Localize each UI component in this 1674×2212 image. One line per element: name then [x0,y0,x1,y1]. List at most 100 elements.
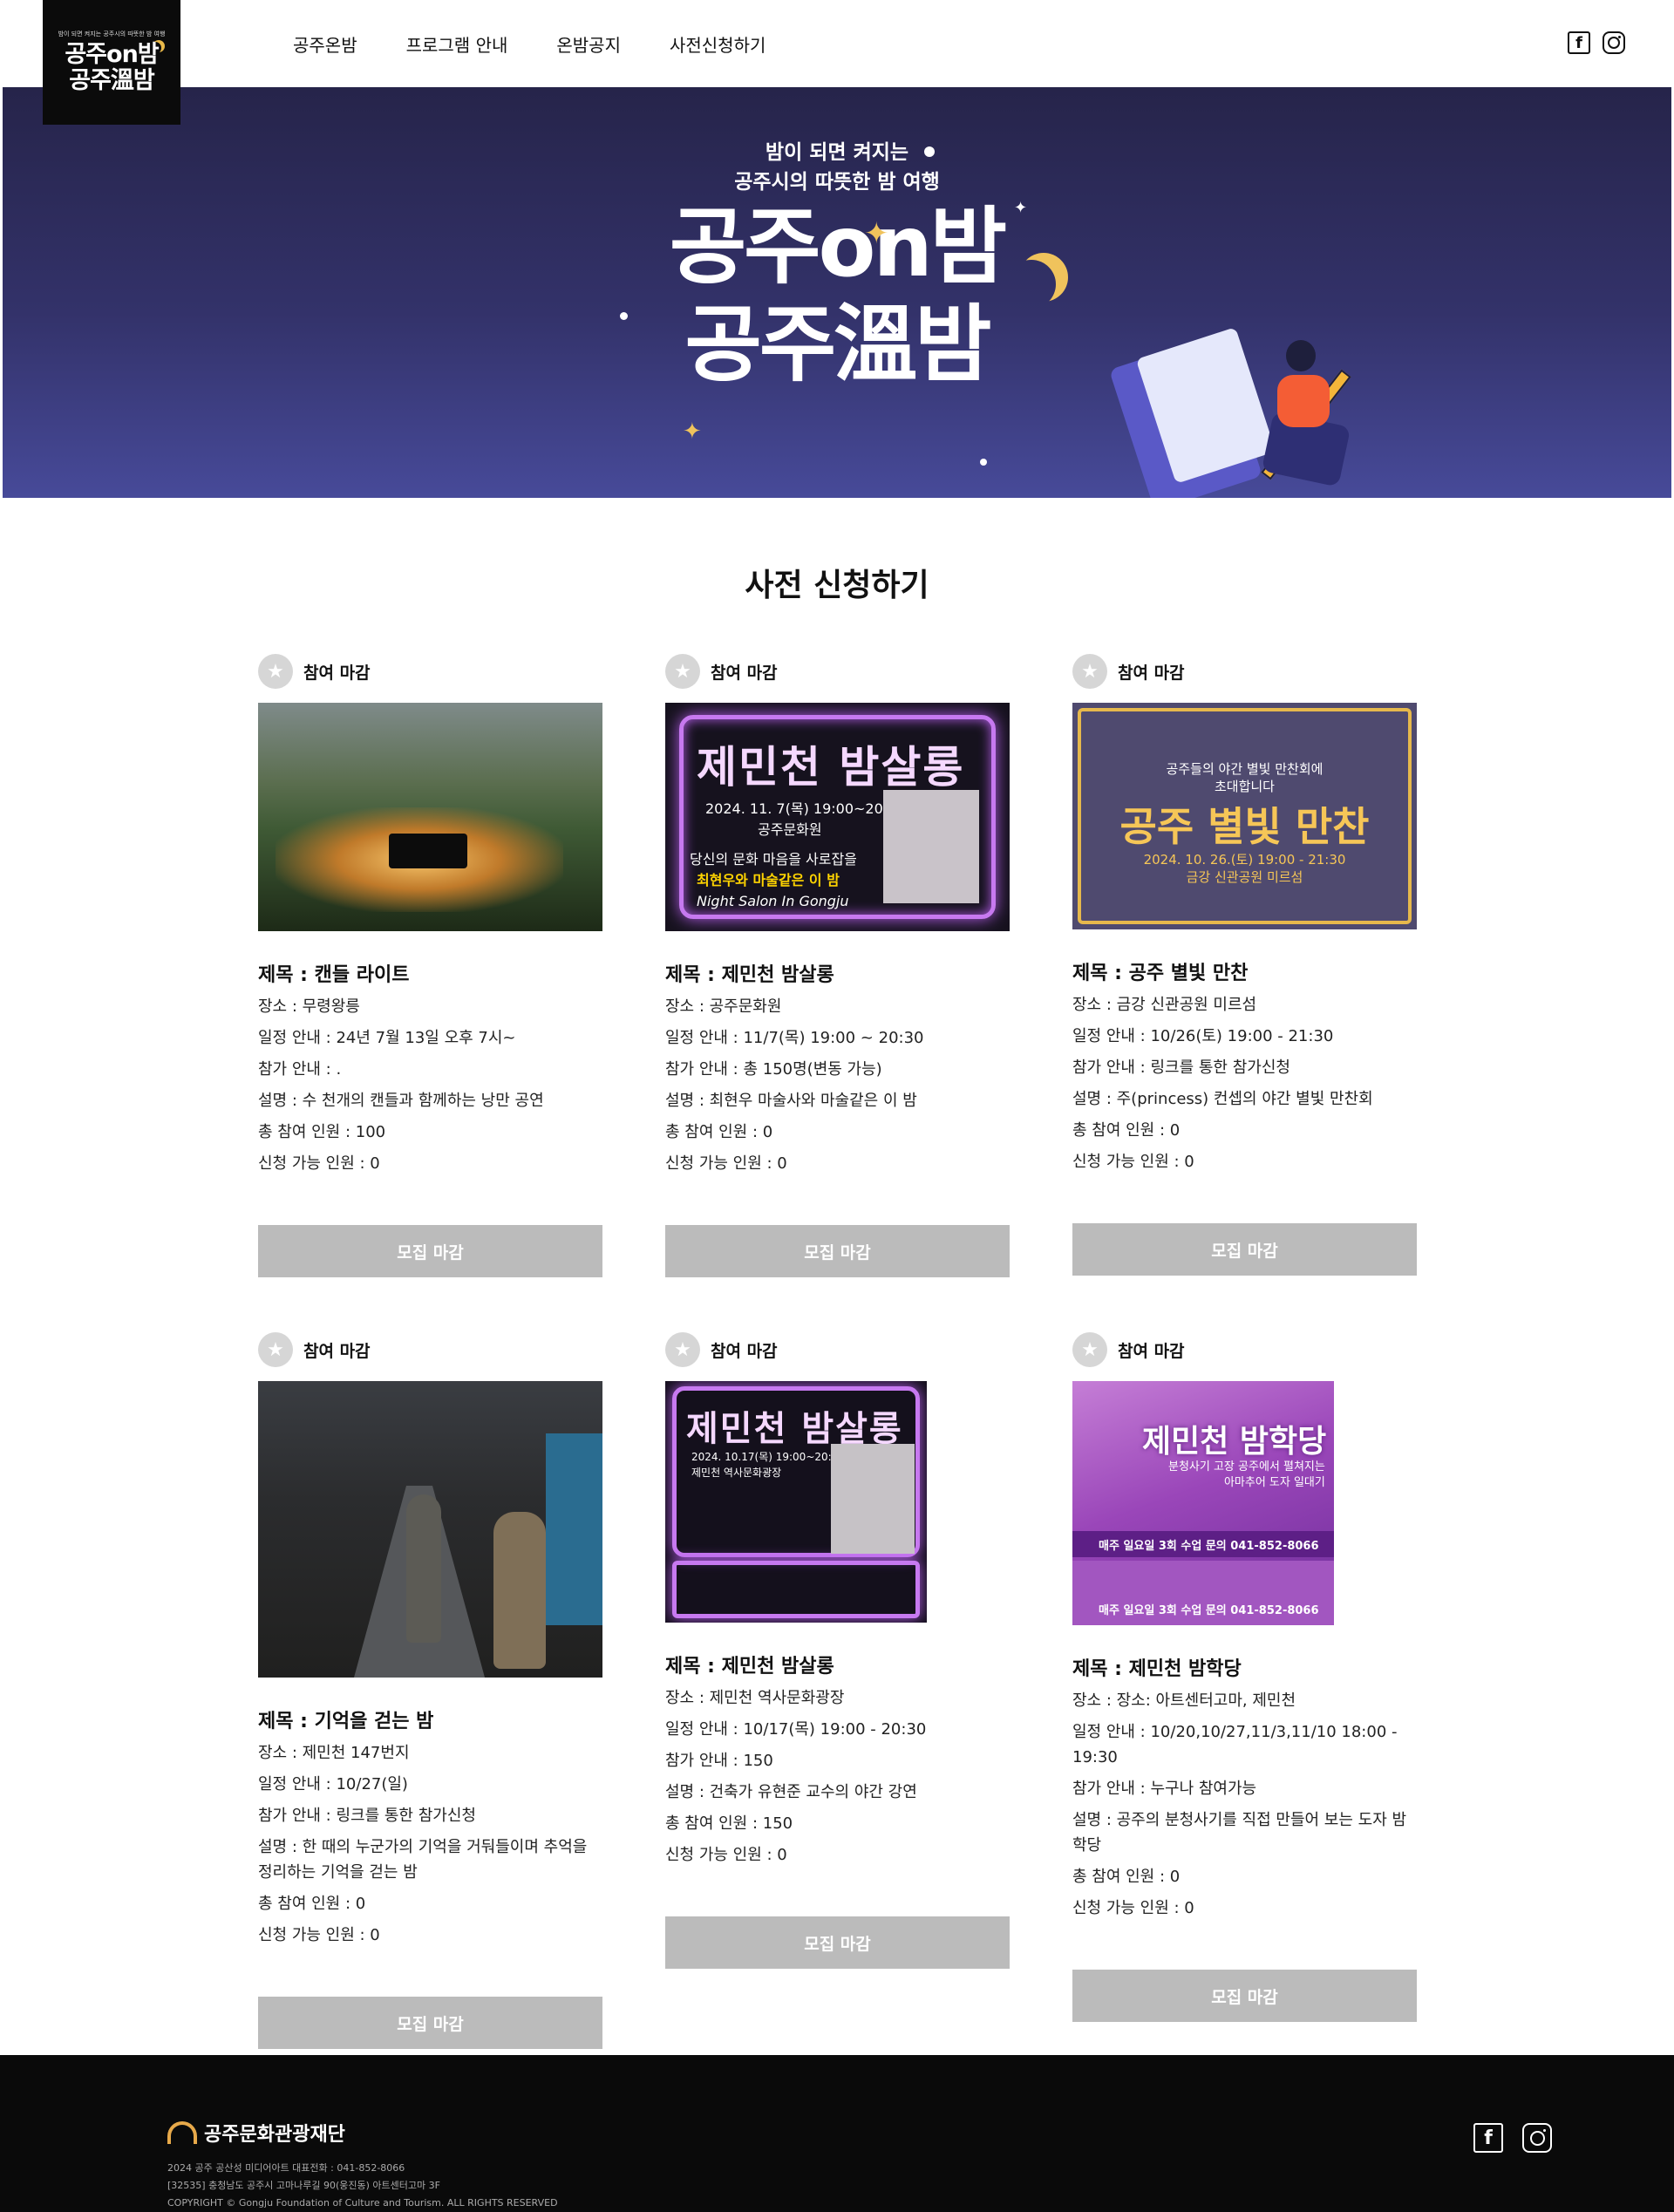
person-illustration-head [1286,340,1316,371]
poster-line3: Night Salon In Gongju [697,893,849,909]
card-description: 설명 : 수 천개의 캔들과 함께하는 낭만 공연 [258,1092,544,1110]
program-thumbnail [258,703,602,931]
person-illustration-body [1277,375,1330,427]
walker-figure [493,1512,546,1669]
card-guide: 참가 안내 : 총 150명(변동 가능) [665,1060,882,1079]
card-guide: 참가 안내 : 150 [665,1752,773,1770]
star-icon: ★ [665,1332,700,1367]
card-title: 제목 : 제민천 밤살롱 [665,964,834,986]
poster-sub1: 분청사기 고장 공주에서 펼쳐지는 [1168,1460,1325,1474]
poster-title: 공주 별빛 만찬 [1119,803,1370,850]
recruit-closed-button[interactable]: 모집 마감 [1072,1223,1417,1276]
site-header: 밤이 되면 켜지는 공주시의 따뜻한 밤 여행 공주on밤 공주溫밤 공주온밤 … [0,0,1674,125]
facebook-icon[interactable]: f [1473,2123,1503,2153]
recruit-closed-button[interactable]: 모집 마감 [258,1225,602,1277]
poster-date-venue: 2024. 10.17(목) 19:00~20:30 제민천 역사문화광장 [691,1449,845,1480]
card-title: 제목 : 캔들 라이트 [258,964,410,986]
hero-banner: 밤이 되면 켜지는 공주시의 따뜻한 밤 여행 공주on밤 공주溫밤 ✦ ✦ ✦ [3,87,1671,498]
card-place: 장소 : 공주문화원 [665,997,782,1016]
poster-sub2: 초대합니다 [1214,779,1275,794]
card-guide: 참가 안내 : . [258,1060,342,1079]
program-card: ★ 참여 마감 제목 : 캔들 라이트 장소 : 무령왕릉 일정 안내 : 24… [258,654,602,1277]
footer-line-address: [32535] 충청남도 공주시 고마나루길 90(웅진동) 아트센터고마 3F [167,2180,440,2191]
program-card: ★ 참여 마감 제민천 밤살롱 2024. 11. 7(목) 19:00~20:… [665,654,1010,1277]
card-description: 설명 : 건축가 유현준 교수의 야간 강연 [665,1783,917,1801]
star-dot-icon [980,459,987,466]
card-guide: 참가 안내 : 누구나 참여가능 [1072,1780,1257,1798]
sparkle-icon: ✦ [864,216,889,251]
card-place: 장소 : 장소: 아트센터고마, 제민천 [1072,1691,1296,1710]
program-thumbnail: 공주들의 야간 별빛 만찬회에 초대합니다 공주 별빛 만찬 2024. 10.… [1072,703,1417,929]
nav-item-notice[interactable]: 온밤공지 [556,31,621,57]
site-footer: 공주문화관광재단 2024 공주 공산성 미디어아트 대표전화 : 041-85… [0,2055,1674,2212]
card-schedule: 일정 안내 : 11/7(목) 19:00 ~ 20:30 [665,1029,924,1047]
poster-date: 2024. 10.17(목) 19:00~20:30 [691,1451,845,1463]
nav-item-apply[interactable]: 사전신청하기 [670,31,766,57]
footer-info: 2024 공주 공산성 미디어아트 대표전화 : 041-852-8066 [3… [167,2160,558,2212]
poster-band: 매주 일요일 3회 수업 문의 041-852-8066 [1072,1531,1334,1557]
site-logo[interactable]: 밤이 되면 켜지는 공주시의 따뜻한 밤 여행 공주on밤 공주溫밤 [43,0,180,125]
poster-line1: 당신의 문화 마음을 사로잡을 [690,851,857,868]
recruit-closed-button[interactable]: 모집 마감 [258,1997,602,2049]
poster-date-venue: 2024. 11. 7(목) 19:00~20:30 공주문화원 [705,799,906,841]
status-row: ★ 참여 마감 [665,654,1010,689]
recruit-closed-button[interactable]: 모집 마감 [665,1916,1010,1969]
card-total: 총 참여 인원 : 0 [1072,1868,1181,1886]
performer-photo [883,790,979,903]
poster-line2: 최현우와 마술같은 이 밤 [697,872,840,888]
card-place: 장소 : 제민천 147번지 [258,1744,410,1762]
program-card: ★ 참여 마감 공주들의 야간 별빛 만찬회에 초대합니다 공주 별빛 만찬 2… [1072,654,1417,1276]
poster-venue: 공주문화원 [758,821,822,838]
card-available: 신청 가능 인원 : 0 [258,1154,380,1173]
main-nav: 공주온밤 프로그램 안내 온밤공지 사전신청하기 [293,31,766,57]
card-available: 신청 가능 인원 : 0 [665,1154,787,1173]
recruit-closed-button[interactable]: 모집 마감 [665,1225,1010,1277]
card-total: 총 참여 인원 : 100 [258,1123,386,1141]
card-title: 제목 : 제민천 밤살롱 [665,1656,834,1678]
poster-date: 2024. 11. 7(목) 19:00~20:30 [705,800,906,817]
shop-wall [546,1433,602,1625]
nav-item-about[interactable]: 공주온밤 [293,31,357,57]
card-title: 제목 : 공주 별빛 만찬 [1072,963,1249,984]
status-label: 참여 마감 [711,663,778,683]
poster-sub2: 아마추어 도자 일대기 [1223,1476,1325,1489]
status-row: ★ 참여 마감 [665,1332,1010,1367]
footer-logo[interactable]: 공주문화관광재단 [167,2119,345,2147]
card-place: 장소 : 무령왕릉 [258,997,360,1016]
poster-subtitle: 공주들의 야간 별빛 만찬회에 초대합니다 [1072,760,1417,795]
poster-band-text: 매주 일요일 3회 수업 문의 041-852-8066 [1099,1540,1319,1553]
program-thumbnail: 제민천 밤살롱 2024. 11. 7(목) 19:00~20:30 공주문화원… [665,703,1010,931]
sparkle-icon: ✦ [683,419,702,445]
poster-band: 매주 일요일 3회 수업 문의 041-852-8066 [1072,1561,1334,1625]
piano-shape [389,834,467,868]
poster-date-venue: 2024. 10. 26.(토) 19:00 - 21:30 금강 신관공원 미… [1072,851,1417,886]
logo-line1: 공주on밤 [65,41,159,68]
hero-title-line2: 공주溫밤 [684,296,992,393]
star-icon: ★ [258,1332,293,1367]
status-row: ★ 참여 마감 [1072,1332,1417,1367]
status-row: ★ 참여 마감 [258,654,602,689]
status-label: 참여 마감 [303,663,371,683]
card-place: 장소 : 제민천 역사문화광장 [665,1689,845,1707]
neon-frame [672,1561,920,1618]
instagram-icon[interactable] [1603,31,1625,54]
card-schedule: 일정 안내 : 24년 7월 13일 오후 7시~ [258,1029,516,1047]
star-icon: ★ [665,654,700,689]
card-description: 설명 : 최현우 마술사와 마술같은 이 밤 [665,1092,917,1110]
recruit-closed-button[interactable]: 모집 마감 [1072,1970,1417,2022]
program-card: ★ 참여 마감 제목 : 기억을 걷는 밤 장소 : 제민천 147번지 일정 … [258,1332,602,2049]
nav-item-programs[interactable]: 프로그램 안내 [406,31,508,57]
star-icon: ★ [258,654,293,689]
program-card: ★ 참여 마감 제민천 밤살롱 2024. 10.17(목) 19:00~20:… [665,1332,1010,1969]
card-available: 신청 가능 인원 : 0 [1072,1899,1194,1917]
card-place: 장소 : 금강 신관공원 미르섬 [1072,996,1257,1014]
poster-date: 2024. 10. 26.(토) 19:00 - 21:30 [1143,852,1346,868]
hero-tagline-line2: 공주시의 따뜻한 밤 여행 [734,171,940,194]
sparkle-icon: ✦ [1014,199,1028,217]
poster-title: 제민천 밤살롱 [697,742,965,793]
facebook-icon[interactable]: f [1568,31,1590,54]
footer-sns-links: f [1473,2123,1552,2153]
program-thumbnail: 제민천 밤학당 분청사기 고장 공주에서 펼쳐지는 아마추어 도자 일대기 매주… [1072,1381,1334,1625]
instagram-icon[interactable] [1522,2123,1552,2153]
hero-title-line1: 공주on밤 [669,198,1007,296]
